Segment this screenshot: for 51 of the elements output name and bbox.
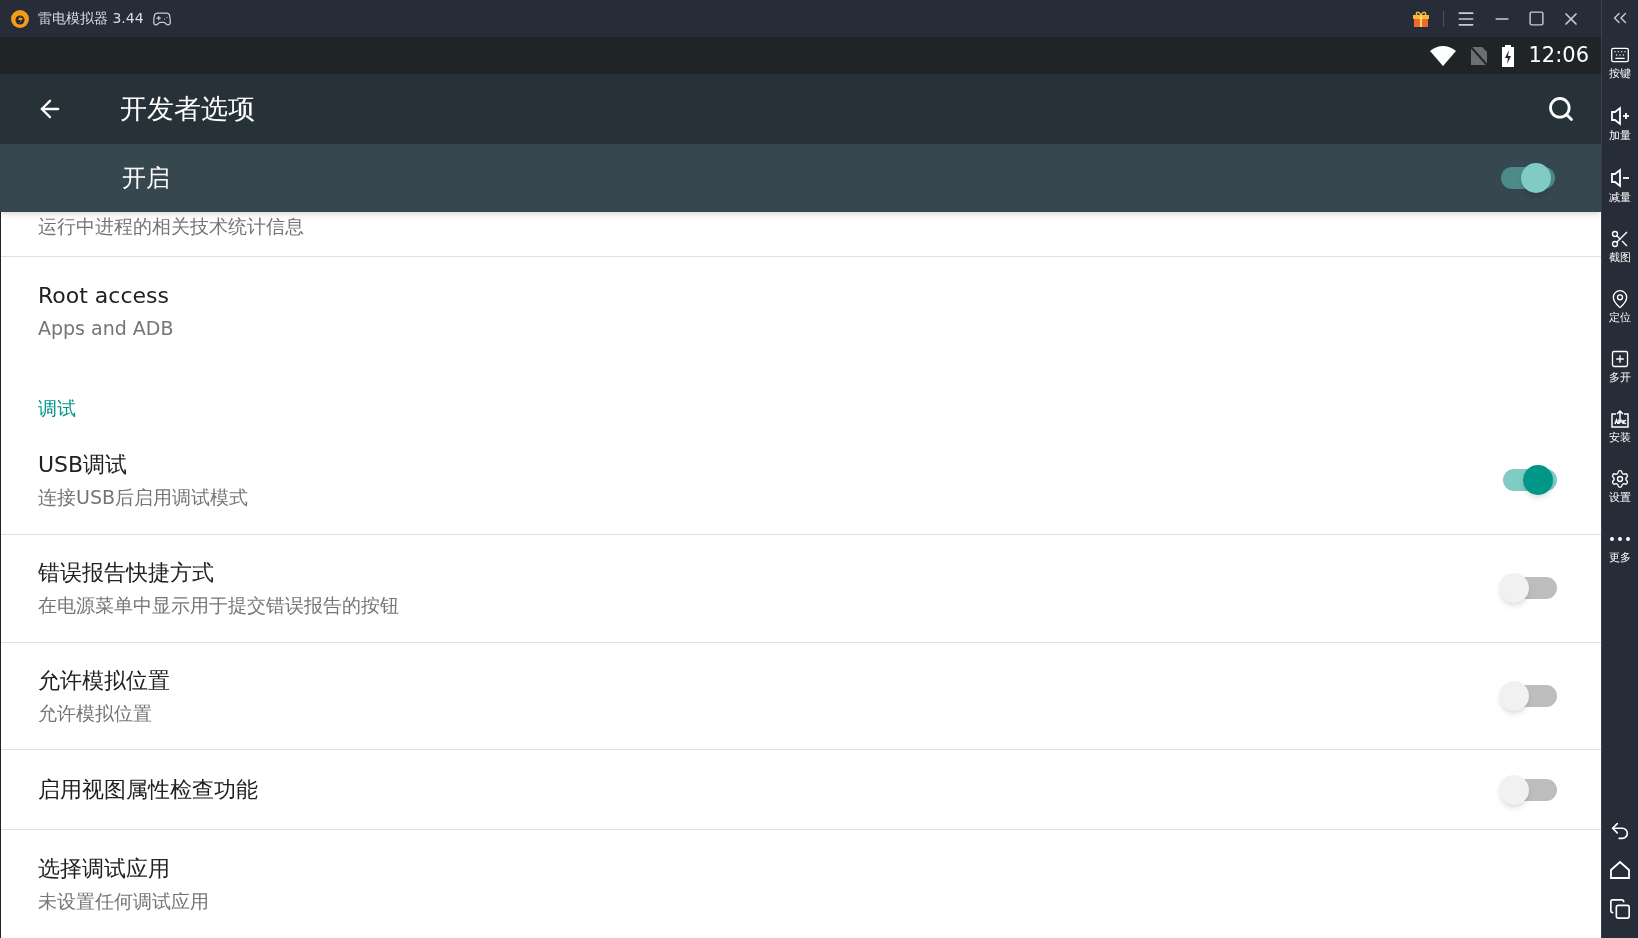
setting-title: USB调试 <box>38 451 129 480</box>
sidebar-tool[interactable]: 定位 <box>1601 289 1638 325</box>
no-sim-icon <box>1470 45 1489 66</box>
setting-summary: 运行中进程的相关技术统计信息 <box>38 214 305 238</box>
setting-row[interactable]: 错误报告快捷方式 在电源菜单中显示用于提交错误报告的按钮 <box>1 534 1601 643</box>
sidebar-tool[interactable]: 多开 <box>1601 349 1638 385</box>
back-icon[interactable] <box>1609 820 1631 842</box>
sidebar-tool[interactable]: 设置 <box>1601 469 1638 505</box>
setting-title: 启用视图属性检查功能 <box>38 775 259 804</box>
setting-summary: Apps and ADB <box>38 315 175 340</box>
setting-summary: 在电源菜单中显示用于提交错误报告的按钮 <box>38 593 400 618</box>
gift-icon[interactable] <box>1411 8 1431 29</box>
sidebar-tool[interactable]: 截图 <box>1601 229 1638 265</box>
stacked-plus-icon <box>1610 349 1630 369</box>
page-title: 开发者选项 <box>120 91 256 126</box>
sidebar-tool[interactable]: 加量 <box>1601 105 1638 143</box>
setting-title: Root access <box>38 281 170 310</box>
maximize-icon[interactable] <box>1528 10 1545 27</box>
setting-title: 选择调试应用 <box>38 855 171 884</box>
sidebar-tool[interactable]: 安装 <box>1601 409 1638 445</box>
setting-row[interactable]: 选择调试应用 未设置任何调试应用 <box>1 830 1601 938</box>
search-icon[interactable] <box>1547 95 1575 123</box>
setting-row[interactable]: 允许模拟位置 允许模拟位置 <box>1 642 1601 751</box>
speaker-minus-icon <box>1609 167 1631 189</box>
location-pin-icon <box>1610 289 1630 309</box>
wifi-icon <box>1430 45 1457 66</box>
setting-summary: 允许模拟位置 <box>38 701 153 726</box>
setting-title: 允许模拟位置 <box>38 667 171 696</box>
package-upload-icon <box>1610 409 1630 429</box>
master-switch-label: 开启 <box>122 163 171 194</box>
speaker-plus-icon <box>1609 105 1631 127</box>
setting-summary: 连接USB后启用调试模式 <box>38 485 249 510</box>
settings-icon <box>1610 469 1630 489</box>
sidebar-tool[interactable]: 减量 <box>1601 167 1638 205</box>
setting-summary: 未设置任何调试应用 <box>38 889 210 914</box>
clock: 12:06 <box>1528 41 1589 69</box>
home-icon[interactable] <box>1609 860 1631 880</box>
sidebar-tool[interactable]: 按键 <box>1601 45 1638 81</box>
setting-row[interactable]: Root access Apps and ADB <box>1 256 1601 365</box>
keyboard-icon <box>1610 45 1630 65</box>
app-title: 雷电模拟器 3.44 <box>38 9 144 28</box>
sidebar-tool[interactable]: 更多 <box>1601 529 1638 565</box>
setting-row[interactable]: USB调试 连接USB后启用调试模式 <box>1 426 1601 535</box>
battery-charging-icon <box>1502 44 1515 67</box>
section-header: 调试 <box>38 396 76 422</box>
scissors-icon <box>1610 229 1630 249</box>
setting-title: 错误报告快捷方式 <box>38 559 215 588</box>
recents-icon[interactable] <box>1609 898 1631 920</box>
setting-row[interactable]: 启用视图属性检查功能 <box>1 750 1601 831</box>
more-icon <box>1610 537 1630 541</box>
app-logo <box>10 8 30 29</box>
